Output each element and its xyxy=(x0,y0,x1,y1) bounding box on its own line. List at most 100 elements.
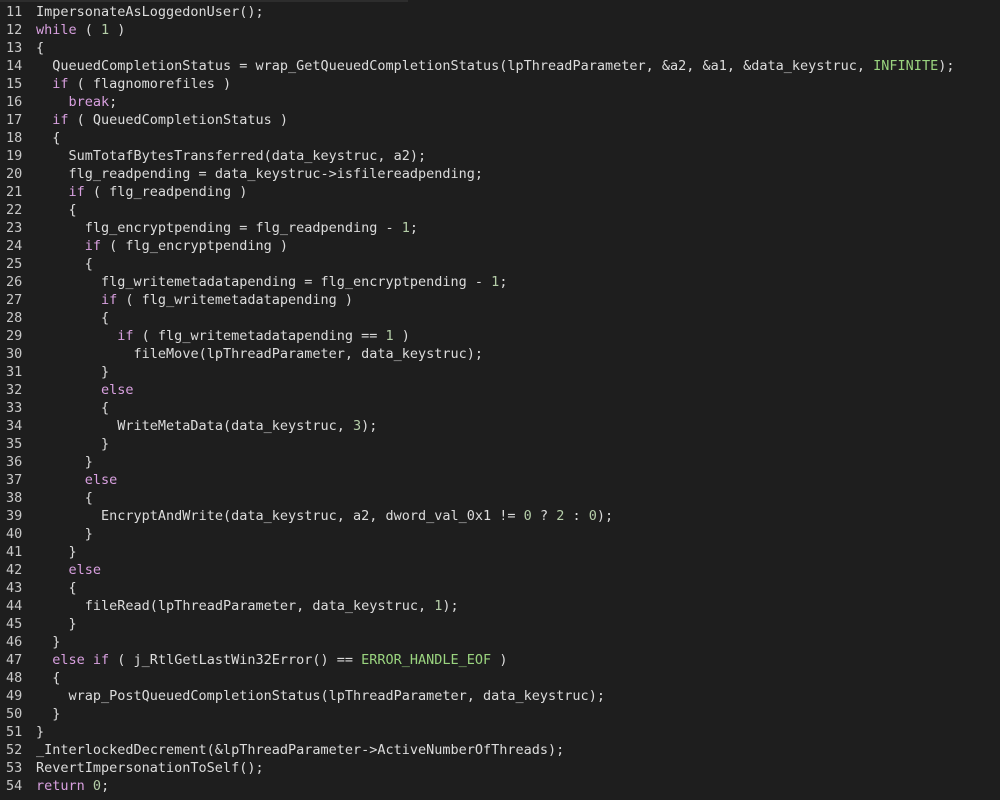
code-token: ); xyxy=(596,508,614,524)
code-line[interactable]: 37 else xyxy=(0,471,117,489)
line-number: 42 xyxy=(6,562,23,578)
code-token: EncryptAndWrite(data_keystruc, a2, dword… xyxy=(101,508,524,524)
line-number: 11 xyxy=(6,4,23,20)
code-line[interactable]: 31 } xyxy=(0,363,109,381)
code-editor[interactable]: 11 ImpersonateAsLoggedonUser(); 12 while ( … xyxy=(0,0,1000,800)
code-token: ; xyxy=(109,94,118,110)
code-line[interactable]: 47 else if ( j_RtlGetLastWin32Error() ==… xyxy=(0,651,507,669)
code-line[interactable]: 11 ImpersonateAsLoggedonUser(); xyxy=(0,3,264,21)
code-line[interactable]: 29 if ( flg_writemetadatapending == 1 ) xyxy=(0,327,410,345)
line-number: 12 xyxy=(6,22,23,38)
code-line[interactable]: 32 else xyxy=(0,381,134,399)
code-text: else xyxy=(36,472,118,488)
line-number: 50 xyxy=(6,706,23,722)
code-text: } xyxy=(36,634,60,650)
code-token: ; xyxy=(499,274,508,290)
code-text: flg_readpending = data_keystruc->isfiler… xyxy=(36,166,484,182)
line-number: 23 xyxy=(6,220,23,236)
code-line[interactable]: 36 } xyxy=(0,453,93,471)
line-number: 47 xyxy=(6,652,23,668)
code-line[interactable]: 21 if ( flg_readpending ) xyxy=(0,183,247,201)
number-token: 0 xyxy=(588,508,597,524)
code-line[interactable]: 45 } xyxy=(0,615,77,633)
code-token: wrap_PostQueuedCompletionStatus(lpThread… xyxy=(68,688,605,704)
code-line[interactable]: 42 else xyxy=(0,561,101,579)
line-number: 52 xyxy=(6,742,23,758)
code-text: { xyxy=(36,130,60,146)
code-line[interactable]: 17 if ( QueuedCompletionStatus ) xyxy=(0,111,288,129)
code-text: { xyxy=(36,310,109,326)
code-text: { xyxy=(36,670,60,686)
line-number: 29 xyxy=(6,328,23,344)
line-number: 26 xyxy=(6,274,23,290)
code-line[interactable]: 33 { xyxy=(0,399,109,417)
line-number: 35 xyxy=(6,436,23,452)
code-token: } xyxy=(84,526,93,542)
code-line[interactable]: 43 { xyxy=(0,579,77,597)
code-line[interactable]: 13 { xyxy=(0,39,44,57)
code-line[interactable]: 50 } xyxy=(0,705,60,723)
code-text: ImpersonateAsLoggedonUser(); xyxy=(36,4,264,20)
code-line[interactable]: 16 break; xyxy=(0,93,117,111)
code-line[interactable]: 52 _InterlockedDecrement(&lpThreadParamet… xyxy=(0,741,564,759)
code-token: WriteMetaData(data_keystruc, xyxy=(117,418,353,434)
code-line[interactable]: 20 flg_readpending = data_keystruc->isfi… xyxy=(0,165,483,183)
code-line[interactable]: 28 { xyxy=(0,309,109,327)
code-line[interactable]: 26 flg_writemetadatapending = flg_encryp… xyxy=(0,273,507,291)
code-line[interactable]: 12 while ( 1 ) xyxy=(0,21,125,39)
code-token: ; xyxy=(409,220,419,236)
code-line[interactable]: 25 { xyxy=(0,255,93,273)
code-text: } xyxy=(36,616,77,632)
line-number: 28 xyxy=(6,310,23,326)
code-line[interactable]: 49 wrap_PostQueuedCompletionStatus(lpThr… xyxy=(0,687,605,705)
code-token: flg_encryptpending = flg_readpending - xyxy=(84,220,402,236)
code-text: } xyxy=(36,544,77,560)
code-line[interactable]: 38 { xyxy=(0,489,93,507)
code-line[interactable]: 23 flg_encryptpending = flg_readpending … xyxy=(0,219,418,237)
line-number: 48 xyxy=(6,670,23,686)
code-line[interactable]: 14 QueuedCompletionStatus = wrap_GetQueu… xyxy=(0,57,954,75)
code-text: EncryptAndWrite(data_keystruc, a2, dword… xyxy=(36,508,613,524)
line-number: 33 xyxy=(6,400,23,416)
code-text: else xyxy=(36,382,134,398)
code-line[interactable]: 51} xyxy=(0,723,44,741)
line-number: 53 xyxy=(6,760,23,776)
code-line[interactable]: 39 EncryptAndWrite(data_keystruc, a2, dw… xyxy=(0,507,613,525)
code-line[interactable]: 15 if ( flagnomorefiles ) xyxy=(0,75,231,93)
keyword-token: if xyxy=(84,238,102,254)
code-line[interactable]: 34 WriteMetaData(data_keystruc, 3); xyxy=(0,417,377,435)
code-line[interactable]: 46 } xyxy=(0,633,60,651)
keyword-token: if xyxy=(117,328,134,344)
code-line[interactable]: 22 { xyxy=(0,201,77,219)
code-token: } xyxy=(68,544,77,560)
code-line[interactable]: 53 RevertImpersonationToSelf(); xyxy=(0,759,264,777)
code-text: } xyxy=(36,454,93,470)
code-line[interactable]: 48 { xyxy=(0,669,60,687)
code-line[interactable]: 24 if ( flg_encryptpending ) xyxy=(0,237,288,255)
code-line[interactable]: 54 return 0; xyxy=(0,777,109,795)
code-text: { xyxy=(36,40,44,56)
code-token: flg_readpending = data_keystruc->isfiler… xyxy=(68,166,484,182)
keyword-token: if xyxy=(52,76,69,92)
code-line[interactable]: 41 } xyxy=(0,543,77,561)
line-number: 16 xyxy=(6,94,23,110)
number-token: 0 xyxy=(523,508,532,524)
code-text: SumTotafBytesTransferred(data_keystruc, … xyxy=(36,148,427,164)
code-line[interactable]: 35 } xyxy=(0,435,109,453)
code-line[interactable]: 27 if ( flg_writemetadatapending ) xyxy=(0,291,353,309)
code-text: if ( flg_writemetadatapending ) xyxy=(36,292,353,308)
code-token: { xyxy=(68,202,77,218)
code-line[interactable]: 44 fileRead(lpThreadParameter, data_keys… xyxy=(0,597,459,615)
code-line[interactable]: 40 } xyxy=(0,525,93,543)
code-line[interactable]: 19 SumTotafBytesTransferred(data_keystru… xyxy=(0,147,426,165)
code-line[interactable]: 18 { xyxy=(0,129,60,147)
code-line[interactable]: 30 fileMove(lpThreadParameter, data_keys… xyxy=(0,345,483,363)
